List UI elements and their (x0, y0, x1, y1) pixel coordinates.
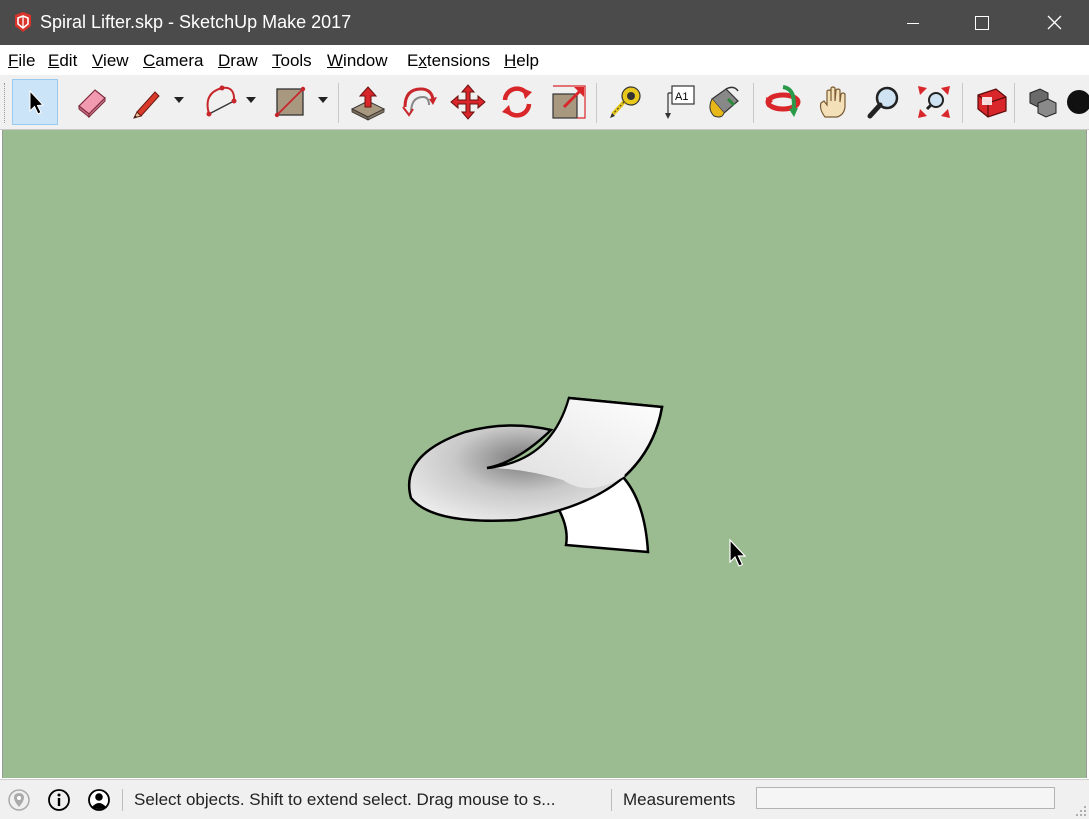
eraser-tool-button[interactable] (68, 79, 114, 125)
black-circle-icon (1067, 90, 1089, 114)
paint-bucket-tool-button[interactable] (701, 79, 747, 125)
measurements-field[interactable] (756, 787, 1055, 809)
magnifier-icon (867, 86, 899, 119)
move-tool-button[interactable] (445, 79, 491, 125)
status-separator (611, 789, 612, 811)
rectangle-tool-dropdown[interactable] (317, 94, 329, 106)
zoom-extents-icon (918, 86, 950, 118)
paint-bucket-icon (709, 86, 739, 118)
line-tool-button[interactable] (124, 79, 170, 125)
info-icon (48, 789, 70, 811)
shadows-button[interactable] (1055, 79, 1089, 125)
rotate-icon (502, 86, 532, 118)
tape-measure-tool-button[interactable] (603, 79, 649, 125)
scale-icon (552, 85, 586, 119)
menu-bar: File Edit View Camera Draw Tools Window … (0, 45, 1089, 75)
location-pin-icon (8, 789, 30, 811)
rectangle-tool-button[interactable] (266, 79, 312, 125)
menu-camera[interactable]: Camera (143, 51, 203, 71)
dropdown-arrow-icon (318, 97, 328, 103)
drawing-viewport[interactable] (2, 130, 1087, 778)
menu-tools[interactable]: Tools (272, 51, 312, 71)
push-pull-tool-button[interactable] (345, 79, 391, 125)
mouse-cursor-icon (729, 538, 747, 567)
text-tool-button[interactable]: A1 (655, 79, 701, 125)
resize-grip-icon[interactable] (1075, 805, 1087, 817)
sign-in-button[interactable] (87, 788, 111, 812)
toolbar-separator (338, 83, 339, 123)
menu-help[interactable]: Help (504, 51, 539, 71)
maximize-button[interactable] (959, 0, 1005, 45)
rotate-tool-button[interactable] (494, 79, 540, 125)
menu-draw[interactable]: Draw (218, 51, 258, 71)
credits-button[interactable] (47, 788, 71, 812)
status-separator (122, 789, 123, 811)
minimize-icon (907, 22, 919, 24)
push-pull-icon (350, 86, 386, 121)
title-bar[interactable]: Spiral Lifter.skp - SketchUp Make 2017 (0, 0, 1089, 45)
pencil-icon (133, 91, 160, 119)
toolbar-grip[interactable] (4, 83, 8, 123)
rectangle-icon (274, 86, 306, 118)
user-account-icon (88, 789, 110, 811)
zoom-extents-tool-button[interactable] (911, 79, 957, 125)
spiral-model-canvas (407, 396, 664, 554)
eraser-icon (78, 89, 106, 119)
menu-extensions[interactable]: Extensions (407, 51, 490, 71)
follow-me-icon (402, 87, 437, 117)
main-toolbar: A1 (0, 75, 1089, 130)
menu-edit[interactable]: Edit (48, 51, 77, 71)
close-button[interactable] (1031, 0, 1077, 45)
tape-measure-icon (610, 86, 641, 118)
text-label-icon: A1 (665, 85, 695, 119)
toolbar-separator (1014, 83, 1015, 123)
orbit-icon (765, 85, 801, 117)
geo-location-button[interactable] (7, 788, 31, 812)
pan-hand-icon (819, 86, 846, 118)
scale-tool-button[interactable] (546, 79, 592, 125)
sketchup-app-icon (12, 11, 34, 33)
maximize-icon (975, 15, 989, 30)
window-title: Spiral Lifter.skp - SketchUp Make 2017 (40, 12, 352, 32)
3d-warehouse-button[interactable] (968, 79, 1014, 125)
pan-tool-button[interactable] (811, 79, 857, 125)
select-tool-button[interactable] (12, 79, 58, 125)
status-bar: Select objects. Shift to extend select. … (0, 779, 1089, 819)
line-tool-dropdown[interactable] (173, 94, 185, 106)
dropdown-arrow-icon (174, 97, 184, 103)
follow-me-tool-button[interactable] (395, 79, 441, 125)
menu-window[interactable]: Window (327, 51, 387, 71)
toolbar-separator (753, 83, 754, 123)
text-tool-glyph: A1 (675, 91, 688, 103)
toolbar-separator (596, 83, 597, 123)
orbit-tool-button[interactable] (760, 79, 806, 125)
menu-view[interactable]: View (92, 51, 129, 71)
measurements-label: Measurements (623, 790, 736, 809)
arc-tool-button[interactable] (196, 79, 242, 125)
arc-icon (206, 85, 237, 117)
status-hint-text: Select objects. Shift to extend select. … (134, 790, 556, 809)
move-icon (450, 84, 486, 120)
zoom-tool-button[interactable] (861, 79, 907, 125)
toolbar-separator (962, 83, 963, 123)
menu-file[interactable]: File (8, 51, 35, 71)
minimize-button[interactable] (890, 0, 936, 45)
3d-warehouse-icon (977, 88, 1007, 118)
select-arrow-icon (29, 89, 45, 115)
arc-tool-dropdown[interactable] (245, 94, 257, 106)
dropdown-arrow-icon (246, 97, 256, 103)
close-icon (1047, 15, 1061, 30)
